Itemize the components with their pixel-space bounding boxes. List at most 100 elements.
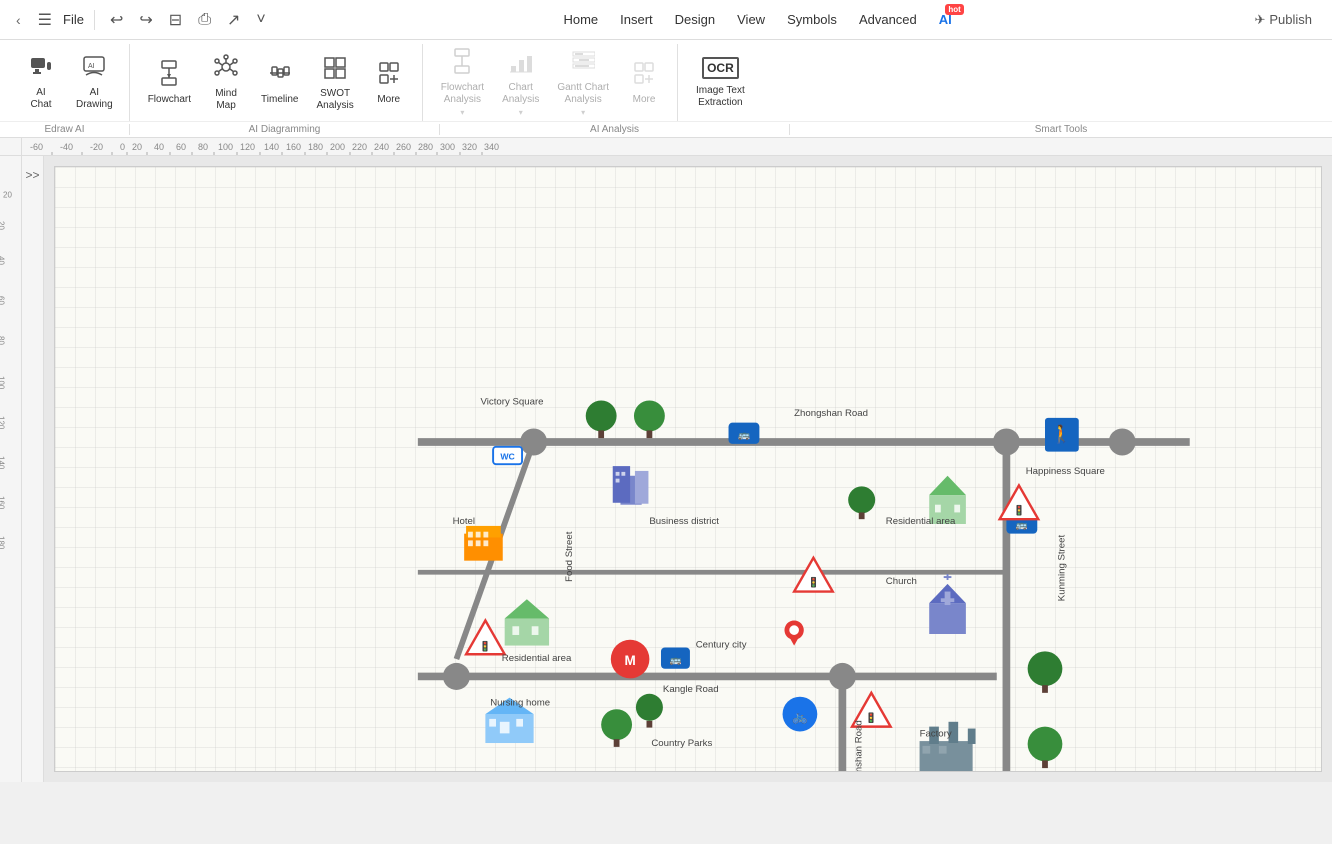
- ai-drawing-label: AIDrawing: [76, 87, 113, 111]
- gantt-analysis-arrow: ▾: [581, 108, 585, 117]
- ai-chat-icon: [29, 55, 53, 85]
- flowchart-icon: [157, 60, 181, 92]
- svg-text:280: 280: [418, 142, 433, 152]
- ai-chat-button[interactable]: AIChat: [16, 51, 66, 115]
- menu-home[interactable]: Home: [553, 8, 608, 31]
- svg-text:200: 200: [330, 142, 345, 152]
- ribbon-group-ai-diagramming: Flowchart MindMap Timeline SWOTAnalysis: [132, 44, 423, 121]
- publish-label: Publish: [1269, 12, 1312, 27]
- menu-symbols[interactable]: Symbols: [777, 8, 847, 31]
- canvas-content: WC: [54, 166, 1322, 772]
- mind-map-button[interactable]: MindMap: [201, 50, 251, 116]
- svg-text:160: 160: [286, 142, 301, 152]
- svg-text:0: 0: [120, 142, 125, 152]
- redo-button[interactable]: ↪: [134, 8, 157, 32]
- more1-label: More: [377, 94, 400, 105]
- more1-icon: [377, 60, 401, 92]
- group-label-edraw-ai: Edraw AI: [0, 124, 130, 135]
- ai-drawing-icon: AI: [82, 55, 106, 85]
- ribbon-group-smart-tools: OCR Image TextExtraction: [680, 44, 761, 121]
- mind-map-label: MindMap: [215, 88, 237, 112]
- svg-text:AI: AI: [88, 63, 95, 70]
- grid-background: [55, 167, 1321, 771]
- swot-icon: [323, 54, 347, 86]
- image-text-extraction-button[interactable]: OCR Image TextExtraction: [688, 53, 753, 113]
- svg-text:240: 240: [374, 142, 389, 152]
- svg-text:60: 60: [0, 296, 6, 305]
- svg-text:340: 340: [484, 142, 499, 152]
- svg-text:60: 60: [176, 142, 186, 152]
- ribbon-toolbar: AIChat AI AIDrawing Flowchart Mi: [0, 40, 1332, 121]
- menu-ai[interactable]: AI hot: [929, 8, 962, 31]
- svg-text:140: 140: [0, 456, 6, 470]
- more2-button: More: [619, 56, 669, 109]
- svg-text:180: 180: [0, 536, 6, 550]
- timeline-button[interactable]: Timeline: [253, 56, 306, 109]
- gantt-analysis-button: Gantt ChartAnalysis ▾: [549, 44, 617, 121]
- svg-text:320: 320: [462, 142, 477, 152]
- more2-icon: [632, 60, 656, 92]
- save-button[interactable]: ⊟: [164, 8, 187, 32]
- publish-icon: ✈: [1254, 12, 1265, 28]
- ai-chat-label: AIChat: [30, 87, 51, 111]
- group-label-smart-tools: Smart Tools: [790, 124, 1332, 135]
- chevron-right-icon: >>: [25, 168, 39, 182]
- svg-text:20: 20: [132, 142, 142, 152]
- swot-button[interactable]: SWOTAnalysis: [308, 50, 361, 116]
- publish-button[interactable]: ✈ Publish: [1244, 8, 1322, 32]
- flowchart-analysis-button: FlowchartAnalysis ▾: [433, 44, 492, 121]
- svg-text:160: 160: [0, 496, 6, 510]
- flowchart-button[interactable]: Flowchart: [140, 56, 199, 109]
- svg-text:180: 180: [308, 142, 323, 152]
- svg-text:20: 20: [3, 191, 12, 200]
- flowchart-analysis-label: FlowchartAnalysis: [441, 82, 484, 106]
- timeline-label: Timeline: [261, 94, 298, 105]
- svg-text:300: 300: [440, 142, 455, 152]
- flowchart-analysis-icon: [450, 48, 474, 80]
- image-text-extraction-icon: OCR: [702, 57, 739, 79]
- canvas-area[interactable]: WC: [44, 156, 1332, 782]
- sidebar-collapse-button[interactable]: >>: [22, 156, 44, 782]
- svg-text:220: 220: [352, 142, 367, 152]
- vertical-ruler: 20 20 40 60 80 100 120 140 160 180: [0, 156, 22, 782]
- file-button[interactable]: ☰: [33, 8, 57, 32]
- more2-label: More: [633, 94, 656, 105]
- more1-button[interactable]: More: [364, 56, 414, 109]
- svg-text:-60: -60: [30, 142, 43, 152]
- menu-advanced[interactable]: Advanced: [849, 8, 927, 31]
- group-label-ai-analysis: AI Analysis: [440, 124, 790, 135]
- print-button[interactable]: ⎙: [193, 9, 216, 31]
- chart-analysis-label: ChartAnalysis: [502, 82, 539, 106]
- divider1: [94, 10, 95, 30]
- svg-text:80: 80: [198, 142, 208, 152]
- more-dropdown-button[interactable]: ˅: [251, 9, 270, 31]
- svg-text:260: 260: [396, 142, 411, 152]
- ai-drawing-button[interactable]: AI AIDrawing: [68, 51, 121, 115]
- menu-bar: Home Insert Design View Symbols Advanced…: [553, 8, 961, 31]
- svg-text:20: 20: [0, 221, 6, 230]
- gantt-analysis-label: Gantt ChartAnalysis: [557, 82, 609, 106]
- swot-label: SWOTAnalysis: [316, 88, 353, 112]
- file-label: File: [63, 12, 84, 27]
- svg-text:120: 120: [240, 142, 255, 152]
- back-button[interactable]: ‹: [10, 10, 27, 30]
- group-label-ai-diagramming: AI Diagramming: [130, 124, 440, 135]
- svg-text:140: 140: [264, 142, 279, 152]
- menu-insert[interactable]: Insert: [610, 8, 663, 31]
- hot-badge: hot: [945, 4, 963, 15]
- svg-text:80: 80: [0, 336, 6, 345]
- svg-text:40: 40: [154, 142, 164, 152]
- menu-design[interactable]: Design: [665, 8, 725, 31]
- flowchart-analysis-arrow: ▾: [460, 108, 464, 117]
- chart-analysis-icon: [509, 48, 533, 80]
- menu-view[interactable]: View: [727, 8, 775, 31]
- svg-text:-40: -40: [60, 142, 73, 152]
- undo-button[interactable]: ↩: [105, 8, 128, 32]
- export-button[interactable]: ↗: [222, 8, 245, 32]
- ruler-corner: [0, 138, 22, 156]
- ruler-h-content: -60 -40 -20 0 20 40 60 80 100 120 140 16…: [22, 138, 1332, 155]
- ribbon-group-ai-analysis: FlowchartAnalysis ▾ ChartAnalysis ▾ Gant…: [425, 44, 678, 121]
- svg-text:100: 100: [218, 142, 233, 152]
- image-text-extraction-label: Image TextExtraction: [696, 85, 745, 109]
- svg-text:-20: -20: [90, 142, 103, 152]
